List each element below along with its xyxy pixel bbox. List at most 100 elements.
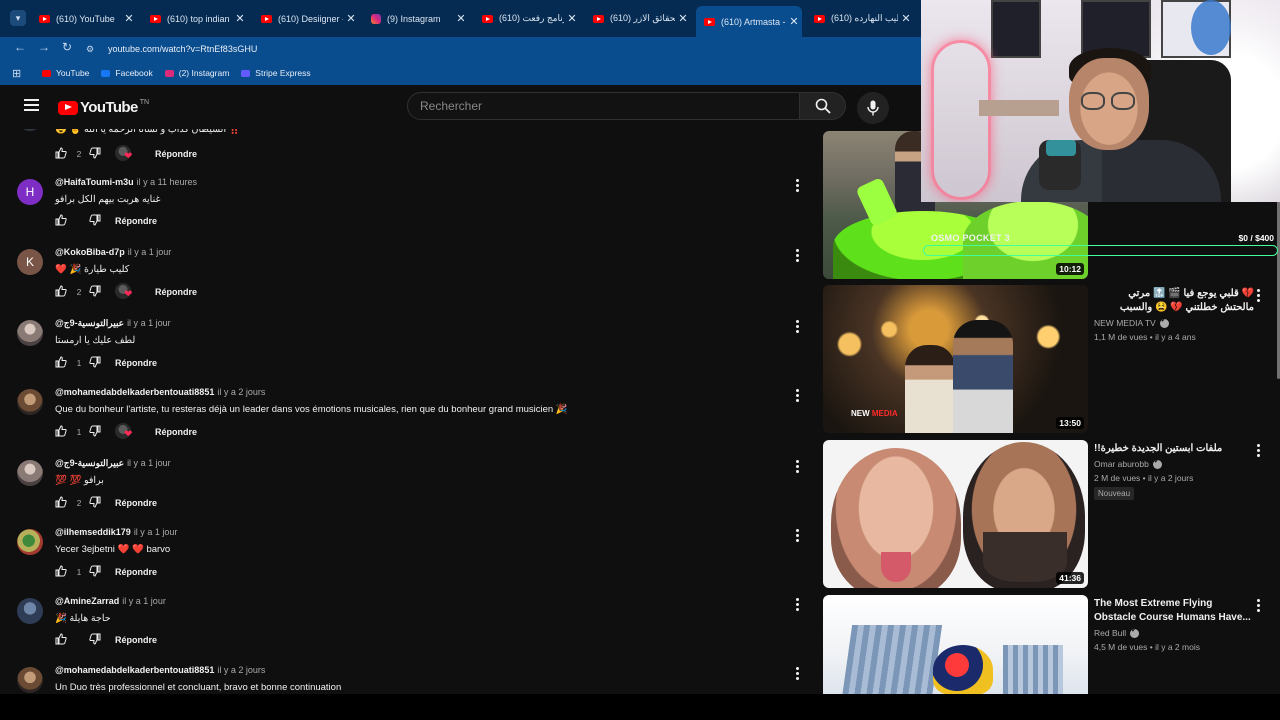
youtube-logo[interactable]: YouTube TN	[58, 99, 149, 116]
close-tab-icon[interactable]: ✕	[675, 12, 691, 25]
comment-time[interactable]: il y a 1 jour	[127, 458, 171, 468]
avatar[interactable]	[17, 129, 43, 131]
dislike-icon[interactable]	[89, 285, 103, 299]
channel-name[interactable]: Red Bull	[1094, 626, 1254, 638]
video-title[interactable]: The Most Extreme Flying Obstacle Course …	[1094, 597, 1254, 625]
close-tab-icon[interactable]: ✕	[453, 12, 469, 25]
dislike-icon[interactable]	[89, 565, 103, 579]
browser-tab[interactable]: (610) Desiigner - F✕	[253, 6, 359, 31]
comment-author[interactable]: @mohamedabdelkaderbentouati8851	[55, 387, 214, 397]
reply-button[interactable]: Répondre	[155, 287, 197, 297]
browser-tab[interactable]: (610) YouTube ✕	[31, 6, 137, 31]
comment-more-icon[interactable]	[795, 460, 799, 475]
reply-button[interactable]: Répondre	[155, 427, 197, 437]
voice-search-button[interactable]	[857, 92, 889, 124]
avatar[interactable]	[17, 667, 43, 693]
comment-author[interactable]: @mohamedabdelkaderbentouati8851	[55, 665, 214, 675]
avatar[interactable]	[17, 460, 43, 486]
close-tab-icon[interactable]: ✕	[564, 12, 580, 25]
comment-more-icon[interactable]	[795, 389, 799, 404]
like-icon[interactable]	[55, 214, 69, 228]
comment-time[interactable]: il y a 2 jours	[217, 665, 265, 675]
like-icon[interactable]	[55, 147, 69, 161]
like-icon[interactable]	[55, 356, 69, 370]
reply-button[interactable]: Répondre	[115, 358, 157, 368]
close-tab-icon[interactable]: ✕	[121, 12, 137, 25]
apps-grid-icon[interactable]: ⊞	[12, 67, 24, 80]
like-icon[interactable]	[55, 285, 69, 299]
browser-tab[interactable]: (610) top indian f ✕	[142, 6, 248, 31]
dislike-icon[interactable]	[89, 496, 103, 510]
comment-author[interactable]: @AmineZarrad	[55, 596, 119, 606]
video-thumbnail[interactable]: 41:36	[823, 440, 1088, 588]
recommendation-card[interactable]: The Most Extreme Flying Obstacle Course …	[823, 595, 1273, 694]
video-thumbnail[interactable]	[823, 595, 1088, 694]
forward-icon[interactable]: →	[38, 40, 50, 54]
close-tab-icon[interactable]: ✕	[786, 15, 802, 28]
video-title[interactable]: ملفات ابستين الجديدة خطيرة!!	[1094, 442, 1254, 456]
browser-tab[interactable]: (610) Artmasta - Y✕	[696, 6, 802, 37]
more-actions-icon[interactable]	[1257, 444, 1260, 459]
browser-tab[interactable]: كليب النهارده (610)✕	[806, 6, 914, 31]
bookmark-item[interactable]: YouTube	[42, 68, 89, 78]
like-icon[interactable]	[55, 633, 69, 647]
bookmark-item[interactable]: (2) Instagram	[164, 68, 229, 78]
avatar[interactable]	[17, 529, 43, 555]
comment-time[interactable]: il y a 1 jour	[122, 596, 166, 606]
reply-button[interactable]: Répondre	[115, 216, 157, 226]
recommendation-card[interactable]: NEW MEDIA 13:50 💔 قلبي يوجع فيا 🎬 🔝 مرتي…	[823, 285, 1273, 433]
bookmark-item[interactable]: Facebook	[101, 68, 153, 78]
comment-time[interactable]: il y a 1 jour	[134, 527, 178, 537]
dislike-icon[interactable]	[89, 147, 103, 161]
comment-more-icon[interactable]	[795, 320, 799, 335]
avatar[interactable]	[17, 320, 43, 346]
more-actions-icon[interactable]	[1257, 599, 1260, 614]
close-tab-icon[interactable]: ✕	[232, 12, 248, 25]
back-icon[interactable]: ←	[14, 40, 26, 54]
comment-author[interactable]: @ilhemseddik179	[55, 527, 131, 537]
browser-tab[interactable]: برنامج رفعت (610)✕	[474, 6, 580, 31]
avatar[interactable]: H	[17, 179, 43, 205]
comment-time[interactable]: il y a 1 jour	[127, 318, 171, 328]
bookmark-item[interactable]: Stripe Express	[241, 68, 311, 78]
video-thumbnail[interactable]: NEW MEDIA 13:50	[823, 285, 1088, 433]
video-title[interactable]: 💔 قلبي يوجع فيا 🎬 🔝 مرتي مالحتش خطلتني 💔…	[1094, 287, 1254, 315]
like-icon[interactable]	[55, 565, 69, 579]
menu-icon[interactable]	[24, 99, 39, 111]
comment-author[interactable]: @عبيرالتونسية-9ج	[55, 318, 124, 328]
channel-name[interactable]: Omar aburobb	[1094, 457, 1254, 469]
comment-author[interactable]: @عبيرالتونسية-9ج	[55, 458, 124, 468]
comment-more-icon[interactable]	[795, 179, 799, 194]
browser-tab[interactable]: (9) Instagram ✕	[363, 6, 469, 31]
search-button[interactable]	[800, 92, 846, 120]
site-info-icon[interactable]: ⚙	[86, 44, 100, 55]
avatar[interactable]	[17, 598, 43, 624]
dislike-icon[interactable]	[89, 356, 103, 370]
dislike-icon[interactable]	[89, 633, 103, 647]
like-icon[interactable]	[55, 425, 69, 439]
tab-search-icon[interactable]: ▾	[10, 10, 26, 26]
reply-button[interactable]: Répondre	[115, 498, 157, 508]
close-tab-icon[interactable]: ✕	[343, 12, 359, 25]
browser-tab[interactable]: الحقائق الازر (610)✕	[585, 6, 691, 31]
recommendation-card[interactable]: 41:36 ملفات ابستين الجديدة خطيرة!! Omar …	[823, 440, 1273, 588]
comment-author[interactable]: @HaifaToumi-m3u	[55, 177, 134, 187]
reply-button[interactable]: Répondre	[115, 567, 157, 577]
channel-name[interactable]: NEW MEDIA TV	[1094, 316, 1254, 328]
comment-author[interactable]: @KokoBiba-d7p	[55, 247, 125, 257]
comment-time[interactable]: il y a 2 jours	[217, 387, 265, 397]
reply-button[interactable]: Répondre	[115, 635, 157, 645]
reply-button[interactable]: Répondre	[155, 149, 197, 159]
comment-more-icon[interactable]	[795, 529, 799, 544]
like-icon[interactable]	[55, 496, 69, 510]
comment-more-icon[interactable]	[795, 598, 799, 613]
more-actions-icon[interactable]	[1257, 289, 1260, 304]
comment-time[interactable]: il y a 1 jour	[128, 247, 172, 257]
address-bar[interactable]: ⚙ youtube.com/watch?v=RtnEf83sGHU	[86, 39, 916, 59]
reload-icon[interactable]: ↻	[62, 40, 72, 54]
close-tab-icon[interactable]: ✕	[898, 12, 914, 25]
comment-more-icon[interactable]	[795, 249, 799, 264]
search-input[interactable]: Rechercher	[407, 92, 800, 120]
comment-time[interactable]: il y a 11 heures	[137, 177, 197, 187]
comment-more-icon[interactable]	[795, 667, 799, 682]
